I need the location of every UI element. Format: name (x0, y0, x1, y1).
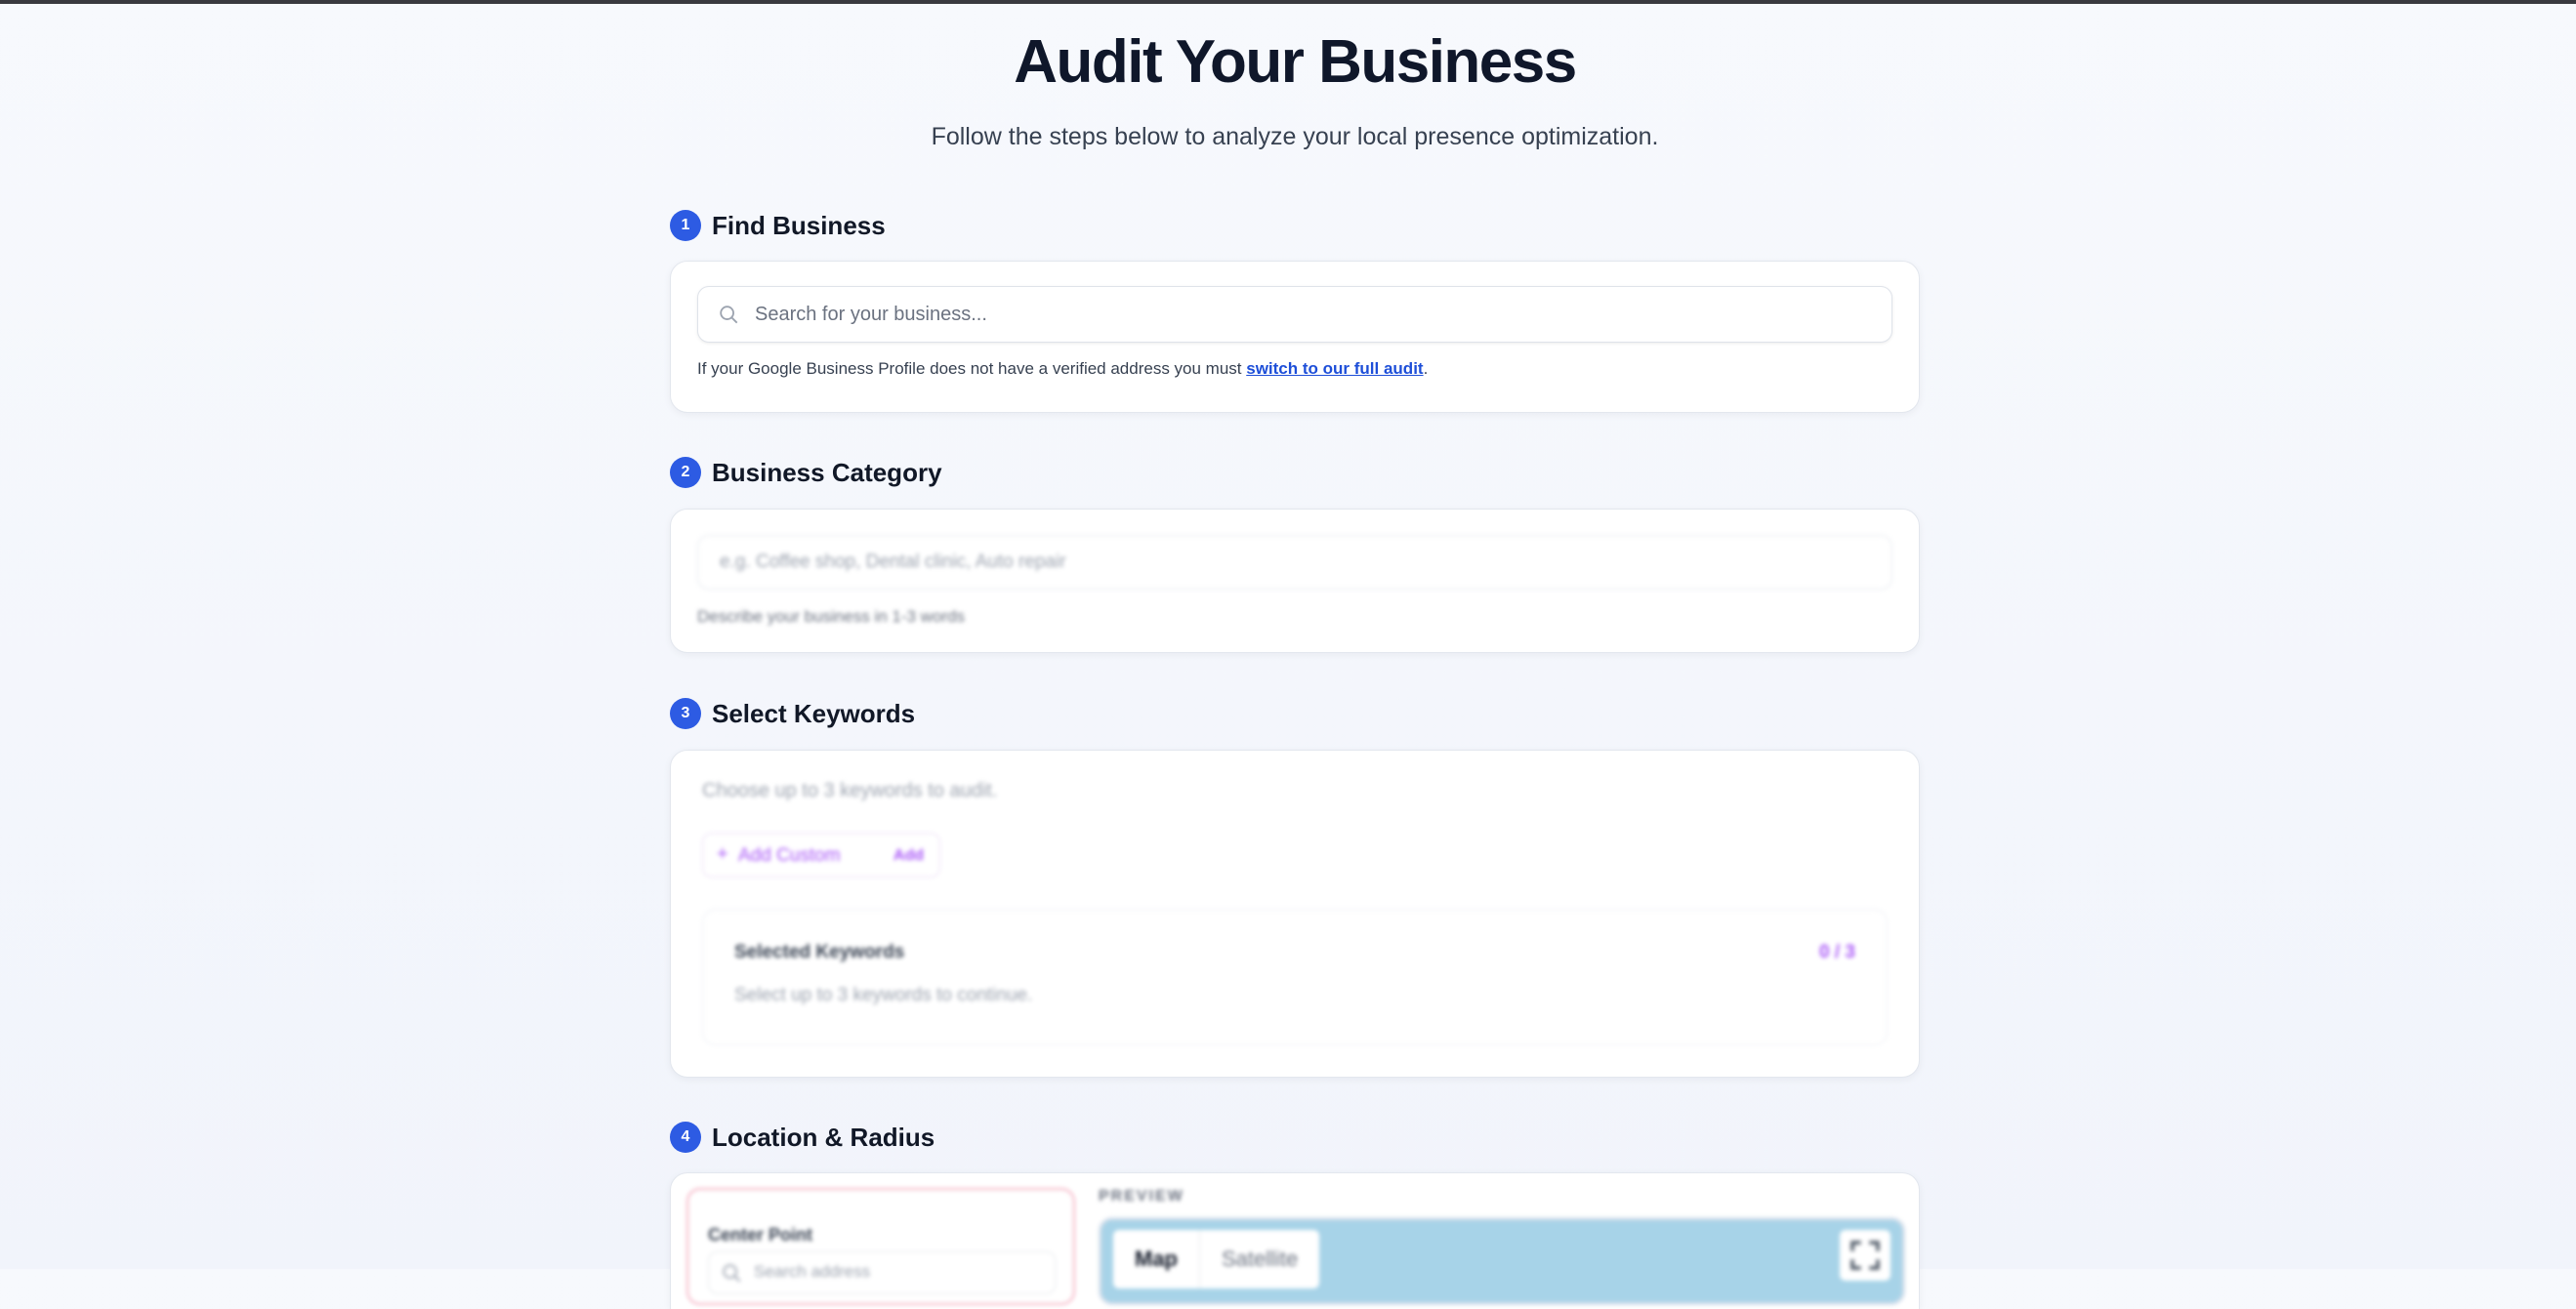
step-2-badge: 2 (670, 457, 701, 488)
step-4-badge: 4 (670, 1122, 701, 1153)
category-hint: Describe your business in 1-3 words (697, 607, 966, 626)
step-1-badge: 1 (670, 210, 701, 241)
preview-label: PREVIEW (1099, 1188, 1184, 1205)
selected-keywords-panel: Selected Keywords 0 / 3 Select up to 3 k… (702, 909, 1888, 1045)
business-category-card: e.g. Coffee shop, Dental clinic, Auto re… (670, 509, 1920, 653)
page-title: Audit Your Business (1014, 28, 1577, 96)
full-audit-link[interactable]: switch to our full audit (1246, 359, 1423, 378)
selected-keywords-count: 0 / 3 (1819, 942, 1855, 962)
note-text: If your Google Business Profile does not… (697, 359, 1247, 378)
add-keyword-button[interactable]: Add (893, 847, 924, 865)
address-placeholder: Search address (754, 1262, 871, 1281)
verified-address-note: If your Google Business Profile does not… (697, 359, 1428, 379)
step-2-header: 2 Business Category (670, 457, 942, 488)
select-keywords-card: Choose up to 3 keywords to audit. + Add … (670, 750, 1920, 1078)
business-search-box[interactable] (697, 286, 1892, 343)
search-icon (720, 306, 738, 324)
page-subtitle: Follow the steps below to analyze your l… (931, 123, 1659, 150)
step-1-header: 1 Find Business (670, 210, 886, 241)
step-3-header: 3 Select Keywords (670, 698, 915, 729)
step-3-title: Select Keywords (712, 698, 916, 728)
selected-keywords-hint: Select up to 3 keywords to continue. (734, 985, 1033, 1005)
map-type-tabs: Map Satellite (1113, 1230, 1320, 1289)
category-input[interactable]: e.g. Coffee shop, Dental clinic, Auto re… (697, 535, 1892, 590)
address-search-box[interactable]: Search address (708, 1251, 1056, 1294)
add-custom-keyword[interactable]: + Add Custom Add (702, 833, 940, 878)
top-bar (0, 0, 2576, 4)
find-business-card: If your Google Business Profile does not… (670, 261, 1920, 413)
center-point-panel: Center Point Search address (686, 1188, 1075, 1305)
add-custom-label: Add Custom (738, 845, 841, 866)
keywords-hint: Choose up to 3 keywords to audit. (702, 780, 998, 801)
selected-keywords-title: Selected Keywords (734, 942, 905, 962)
fullscreen-icon (1850, 1241, 1880, 1270)
search-icon (723, 1264, 741, 1283)
step-1-title: Find Business (712, 210, 886, 240)
step-2-title: Business Category (712, 457, 942, 487)
plus-icon: + (717, 843, 728, 865)
map-preview[interactable]: Map Satellite (1099, 1217, 1905, 1305)
center-point-title: Center Point (708, 1225, 813, 1245)
step-3-badge: 3 (670, 698, 701, 729)
step-4-title: Location & Radius (712, 1122, 935, 1152)
map-tab-map[interactable]: Map (1113, 1230, 1200, 1289)
fullscreen-button[interactable] (1840, 1230, 1890, 1281)
note-period: . (1423, 359, 1429, 378)
location-radius-card: Center Point Search address PREVIEW Map … (670, 1172, 1920, 1309)
step-4-header: 4 Location & Radius (670, 1122, 935, 1153)
business-search-input[interactable] (753, 287, 1880, 343)
map-tab-satellite[interactable]: Satellite (1200, 1230, 1319, 1289)
